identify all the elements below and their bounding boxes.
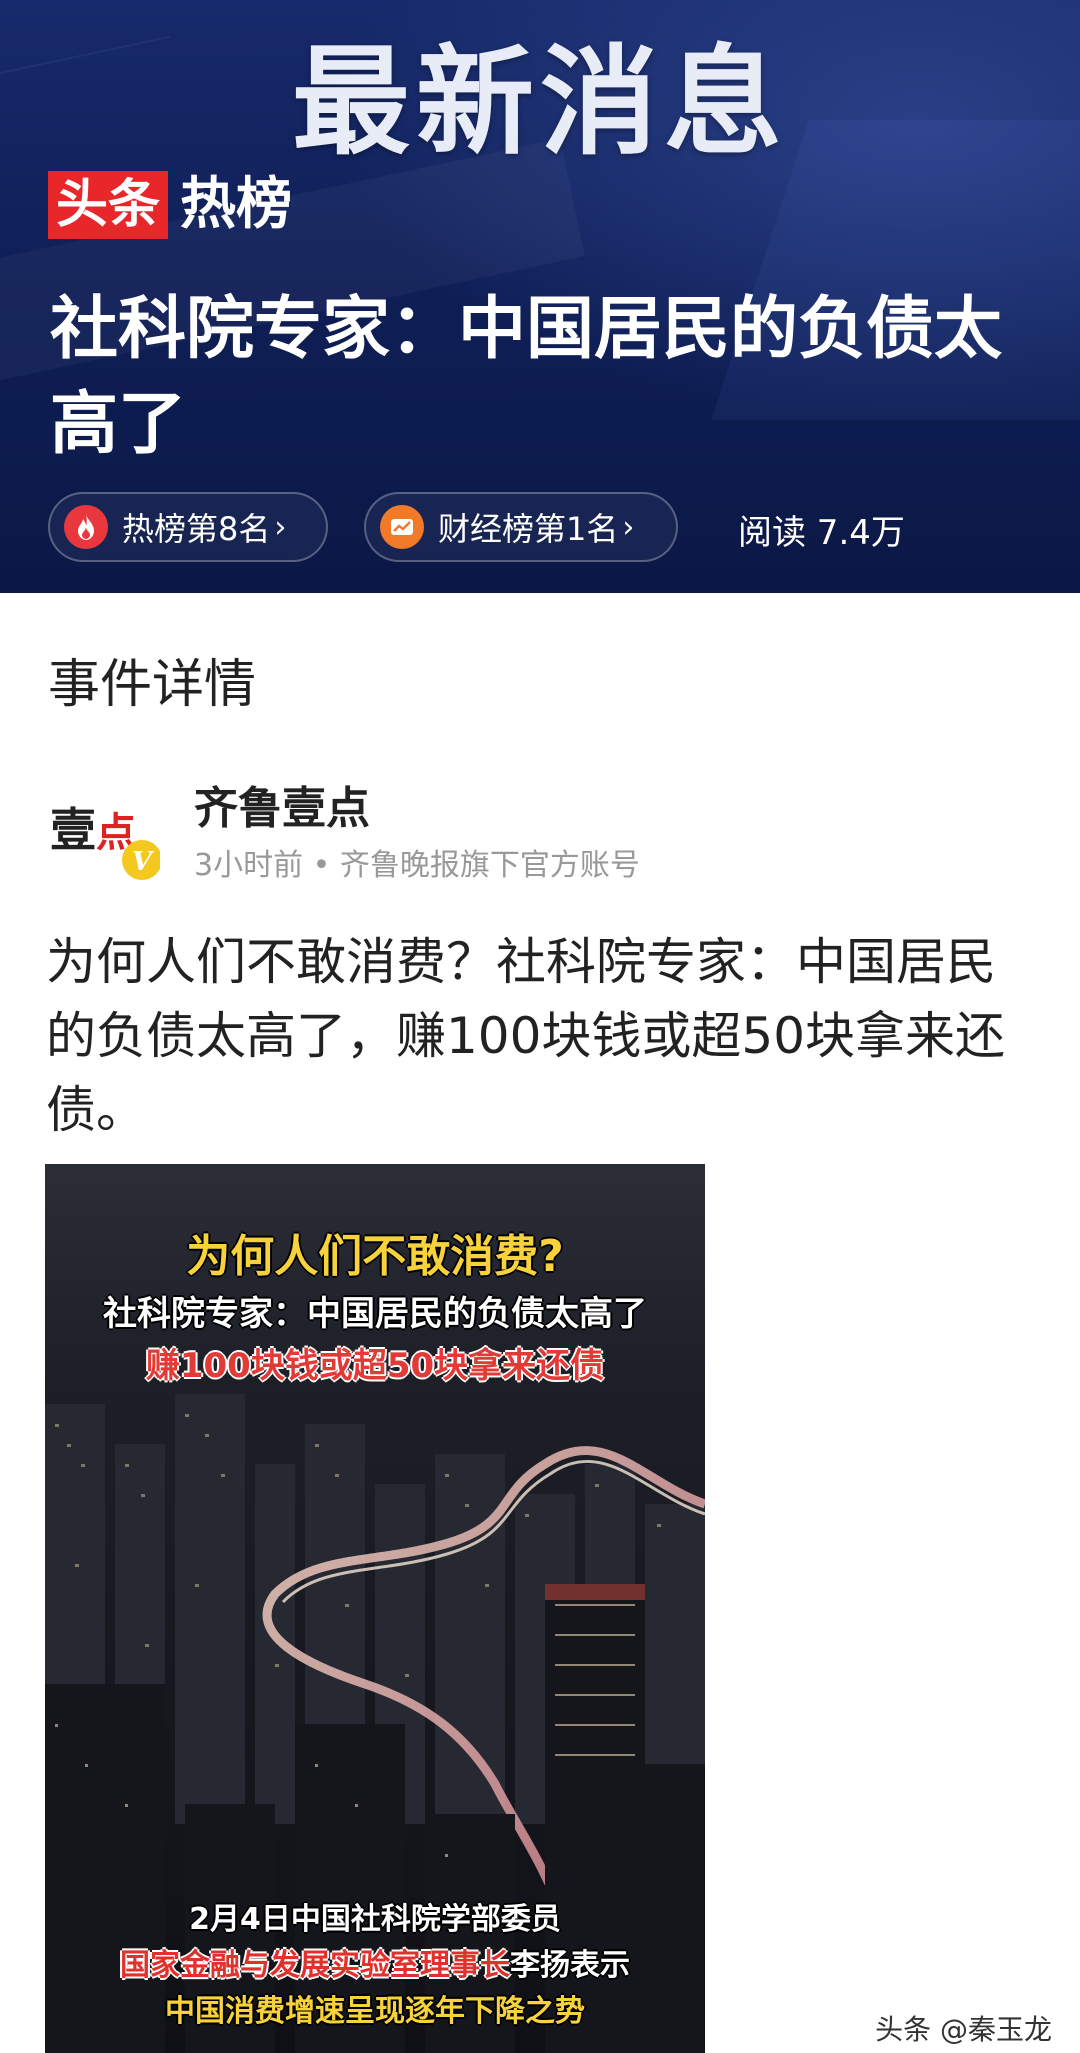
post-meta: 3小时前 • 齐鲁晚报旗下官方账号: [194, 848, 640, 883]
hot-list-rank-badge[interactable]: 热榜第8名 ›: [48, 492, 328, 562]
finance-list-rank-badge[interactable]: 财经榜第1名 ›: [364, 492, 678, 562]
video-caption-bottom-line1: 2月4日中国社科院学部委员: [189, 1902, 561, 1937]
author-name[interactable]: 齐鲁壹点: [194, 772, 370, 836]
brand-white-label: 热榜: [180, 172, 293, 237]
section-title: 事件详情: [48, 655, 257, 715]
video-caption-bottom-line3: 中国消费增速呈现逐年下降之势: [165, 1994, 585, 2029]
banner-title: 最新消息: [291, 33, 788, 171]
video-caption-bottom-line2-rest: 李扬表示: [510, 1948, 630, 1983]
headline: 社科院专家：中国居民的负债太高了: [50, 290, 1003, 464]
toutiao-hot-list-logo: 头条 热榜: [48, 171, 292, 239]
news-video-thumbnail[interactable]: 为何人们不敢消费? 社科院专家：中国居民的负债太高了 赚100块钱或超50块拿来…: [45, 1164, 705, 2053]
author-watermark: 头条 @秦玉龙: [875, 2013, 1052, 2046]
video-caption-bottom-line2: 国家金融与发展实验室理事长李扬表示: [45, 1940, 705, 1984]
author-avatar[interactable]: 壹 点 V: [48, 784, 162, 884]
verified-icon: V: [132, 847, 155, 877]
hot-list-rank-label: 热榜第8名: [122, 510, 271, 548]
brand-red-label: 头条: [48, 171, 169, 239]
video-caption-highlight: 赚100块钱或超50块拿来还债: [145, 1346, 605, 1386]
flame-icon: [64, 505, 108, 549]
video-caption-title: 为何人们不敢消费?: [186, 1231, 564, 1282]
finance-list-rank-label: 财经榜第1名: [438, 510, 619, 548]
video-caption-bottom-line2-red: 国家金融与发展实验室理事长: [120, 1948, 510, 1983]
svg-text:壹: 壹: [50, 803, 96, 857]
chevron-right-icon: ›: [274, 509, 287, 545]
video-caption-subtitle: 社科院专家：中国居民的负债太高了: [103, 1294, 647, 1334]
chevron-right-icon: ›: [622, 509, 635, 545]
chart-icon: [380, 505, 424, 549]
header-banner: 最新消息 头条 热榜 社科院专家：中国居民的负债太高了 热榜第8名 › 财经榜第…: [0, 0, 1080, 593]
read-count: 阅读 7.4万: [738, 513, 905, 553]
post-text: 为何人们不敢消费？社科院专家：中国居民的负债太高了，赚100块钱或超50块拿来还…: [46, 933, 1006, 1139]
